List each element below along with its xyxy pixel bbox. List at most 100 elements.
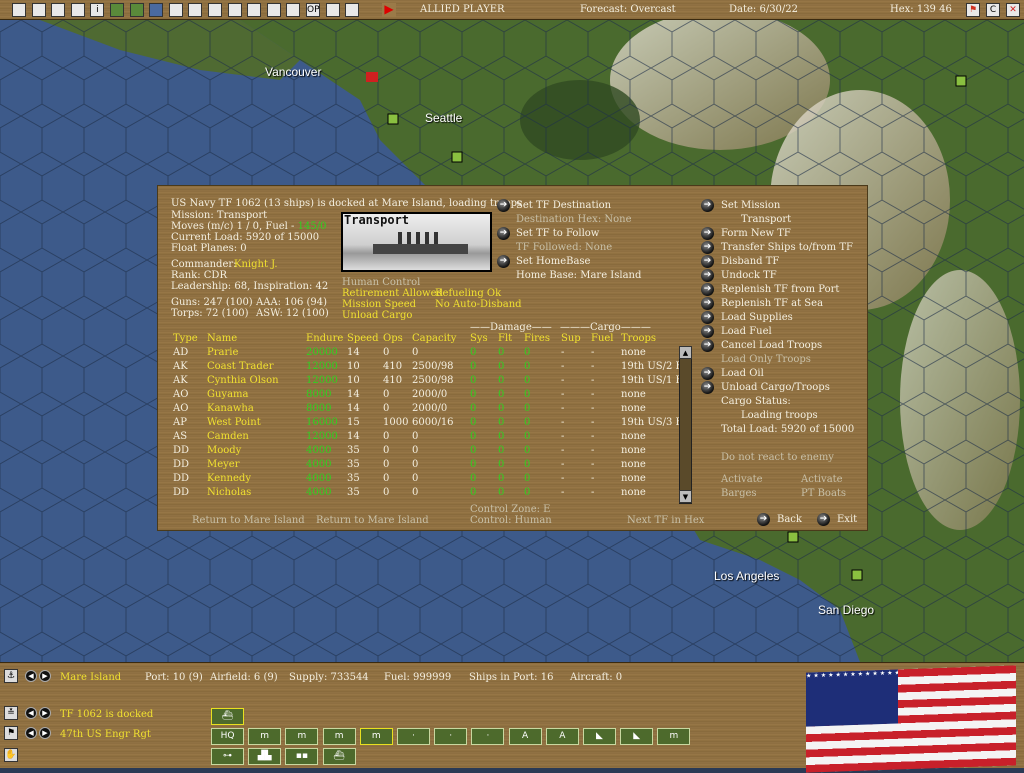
action-form-new-tf[interactable]: Form New TF — [721, 228, 791, 239]
action-load-fuel[interactable]: Load Fuel — [721, 326, 772, 337]
human-control-label[interactable]: Human Control — [342, 277, 420, 288]
cell-name[interactable]: Kanawha — [207, 403, 254, 414]
activate-pt-line2[interactable]: PT Boats — [801, 488, 846, 499]
action-cancel-load-troops-icon[interactable]: ➔ — [701, 339, 714, 352]
column-header-ops[interactable]: Ops — [383, 333, 403, 344]
set-mission-button[interactable]: Set Mission — [721, 200, 780, 211]
c-icon[interactable]: C — [986, 3, 1000, 17]
action-replenish-tf-at-sea-icon[interactable]: ➔ — [701, 297, 714, 310]
cell-name[interactable]: Moody — [207, 445, 241, 456]
commander-name[interactable]: Knight J. — [234, 259, 278, 270]
unit-button-5[interactable]: · — [397, 728, 430, 745]
next-tf-button[interactable]: Next TF in Hex — [627, 515, 704, 526]
action-transfer-ships-to-from-tf-icon[interactable]: ➔ — [701, 241, 714, 254]
set-homebase-button[interactable]: ➔ — [497, 255, 510, 268]
action-transfer-ships-to-from-tf[interactable]: Transfer Ships to/from TF — [721, 242, 853, 253]
close-icon[interactable]: ✕ — [1006, 3, 1020, 17]
action-load-supplies-icon[interactable]: ➔ — [701, 311, 714, 324]
action-replenish-tf-from-port-icon[interactable]: ➔ — [701, 283, 714, 296]
column-header-endure[interactable]: Endure — [306, 333, 343, 344]
column-header-flt[interactable]: Flt — [498, 333, 512, 344]
table-row[interactable]: AK Coast Trader 12000 10 410 2500/98 0 0 0 - - 19th… — [173, 361, 693, 375]
table-row[interactable]: DD Meyer 4000 35 0 0 0 0 0 - - none — [173, 459, 693, 473]
mission-speed-toggle[interactable]: Mission Speed — [342, 299, 416, 310]
auto-disband-toggle[interactable]: No Auto-Disband — [435, 299, 522, 310]
table-row[interactable]: AO Kanawha 8000 14 0 2000/0 0 0 0 - - none — [173, 403, 693, 417]
info-icon[interactable]: i — [90, 3, 105, 17]
unit-button-8[interactable]: A — [508, 728, 542, 745]
back-button-icon[interactable]: ➔ — [757, 513, 770, 526]
action-cancel-load-troops[interactable]: Cancel Load Troops — [721, 340, 822, 351]
table-row[interactable]: AS Camden 12000 14 0 0 0 0 0 - - none — [173, 431, 693, 445]
unit-icon[interactable] — [247, 3, 262, 17]
action-replenish-tf-from-port[interactable]: Replenish TF from Port — [721, 284, 839, 295]
back-button[interactable]: Back — [777, 514, 802, 525]
unload-cargo-troops-button-icon[interactable]: ➔ — [701, 381, 714, 394]
flag-icon[interactable] — [168, 3, 183, 17]
load-oil-button[interactable]: Load Oil — [721, 368, 764, 379]
column-header-troops[interactable]: Troops — [621, 333, 656, 344]
unit-button-12[interactable]: m — [657, 728, 691, 745]
ship-icon[interactable] — [188, 3, 203, 17]
cell-name[interactable]: Nicholas — [207, 487, 251, 498]
globe-icon[interactable] — [266, 3, 281, 17]
next-base-icon[interactable]: ▶ — [39, 670, 51, 682]
unit-button-7[interactable]: · — [471, 728, 505, 745]
unit-button-11[interactable]: ◣ — [620, 728, 654, 745]
action-form-new-tf-icon[interactable]: ➔ — [701, 227, 714, 240]
op-icon[interactable]: OP — [306, 3, 320, 17]
set-homebase-label[interactable]: Set HomeBase — [516, 256, 590, 267]
anchor-icon[interactable]: ⚓ — [4, 669, 18, 683]
table-row[interactable]: AD Prarie 20000 14 0 0 0 0 0 - - none — [173, 347, 693, 361]
unit-button-10[interactable]: ◣ — [583, 728, 616, 745]
flag-toggle-icon[interactable]: ⚑ — [966, 3, 980, 17]
unit-button-1[interactable]: m — [248, 728, 282, 745]
load-oil-button-icon[interactable]: ➔ — [701, 367, 714, 380]
action-load-fuel-icon[interactable]: ➔ — [701, 325, 714, 338]
table-row[interactable]: AP West Point 16000 15 1000 6000/16 0 0 0 - - 19th … — [173, 417, 693, 431]
set-follow-button[interactable]: ➔ — [497, 227, 510, 240]
group-icon[interactable] — [51, 3, 66, 17]
unit-button-9[interactable]: A — [545, 728, 579, 745]
refueling-toggle[interactable]: Refueling Ok — [435, 288, 501, 299]
action-load-supplies[interactable]: Load Supplies — [721, 312, 793, 323]
exit-button-icon[interactable]: ➔ — [817, 513, 830, 526]
weather-icon[interactable] — [345, 3, 360, 17]
activate-pt-line1[interactable]: Activate — [801, 474, 843, 485]
prev-base-icon[interactable]: ◀ — [25, 670, 37, 682]
cell-name[interactable]: West Point — [207, 417, 261, 428]
list-icon[interactable] — [325, 3, 340, 17]
tool-button-2[interactable]: ▪▪ — [285, 748, 319, 765]
action-disband-tf[interactable]: Disband TF — [721, 256, 779, 267]
target-icon[interactable] — [286, 3, 301, 17]
return-button-2[interactable]: Return to Mare Island — [316, 515, 429, 526]
unload-cargo-toggle[interactable]: Unload Cargo — [342, 310, 412, 321]
column-header-type[interactable]: Type — [173, 333, 198, 344]
cell-name[interactable]: Guyama — [207, 389, 248, 400]
air-red-icon[interactable] — [129, 3, 144, 17]
return-button-1[interactable]: Return to Mare Island — [192, 515, 305, 526]
table-row[interactable]: AO Guyama 8000 14 0 2000/0 0 0 0 - - none — [173, 389, 693, 403]
prev-tf-icon[interactable]: ◀ — [25, 707, 37, 719]
column-header-speed[interactable]: Speed — [347, 333, 379, 344]
action-undock-tf-icon[interactable]: ➔ — [701, 269, 714, 282]
table-row[interactable]: DD Moody 4000 35 0 0 0 0 0 - - none — [173, 445, 693, 459]
table-row[interactable]: AK Cynthia Olson 12000 10 410 2500/98 0 0 0 - - 19t… — [173, 375, 693, 389]
tool-button-3[interactable]: ⛴ — [322, 748, 356, 765]
cell-name[interactable]: Kennedy — [207, 473, 251, 484]
column-header-sys[interactable]: Sys — [470, 333, 488, 344]
prev-unit-icon[interactable]: ◀ — [25, 727, 37, 739]
column-header-capacity[interactable]: Capacity — [412, 333, 456, 344]
ship-list-scrollbar[interactable]: ▲ ▼ — [679, 346, 692, 504]
end-turn-icon[interactable]: ▶ — [382, 3, 396, 17]
tf-ship-button[interactable]: ⛴ — [211, 708, 244, 725]
cell-name[interactable]: Camden — [207, 431, 249, 442]
next-unit-icon[interactable]: ▶ — [39, 727, 51, 739]
star-icon[interactable] — [110, 3, 124, 17]
set-destination-button[interactable]: ➔ — [497, 199, 510, 212]
retirement-toggle[interactable]: Retirement Allowed — [342, 288, 443, 299]
cell-name[interactable]: Meyer — [207, 459, 240, 470]
action-undock-tf[interactable]: Undock TF — [721, 270, 777, 281]
unit-button-0[interactable]: HQ — [211, 728, 244, 745]
tool-button-0[interactable]: ⊶ — [211, 748, 244, 765]
